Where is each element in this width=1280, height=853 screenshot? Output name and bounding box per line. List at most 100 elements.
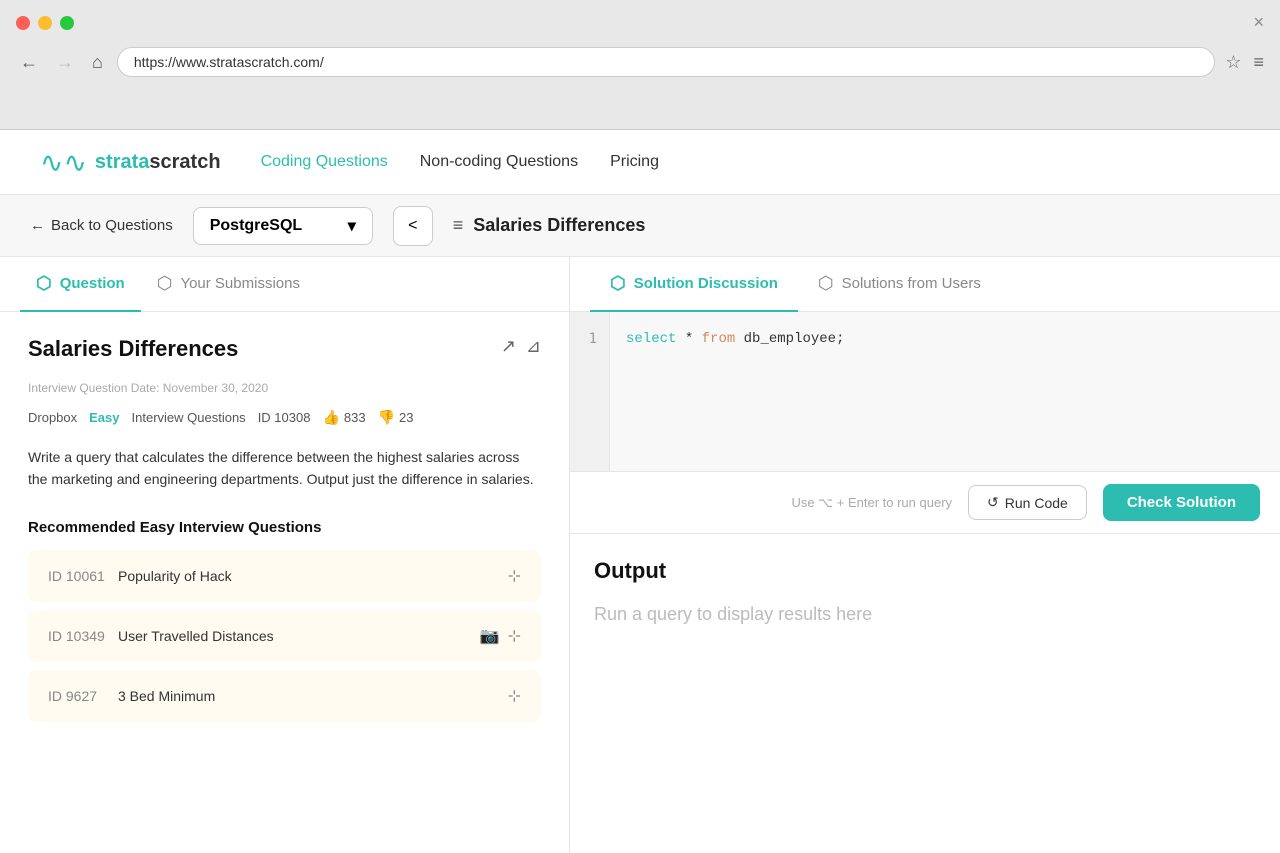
code-area[interactable]: select * from db_employee; — [610, 312, 1280, 471]
logo[interactable]: ∿∿ stratascratch — [40, 146, 221, 179]
toolbar-right: ☆ ≡ — [1225, 52, 1264, 73]
check-solution-button[interactable]: Check Solution — [1103, 484, 1260, 521]
star-icon[interactable]: ☆ — [1225, 52, 1241, 73]
share-button[interactable]: ↗ — [501, 336, 516, 357]
site-nav: Coding Questions Non-coding Questions Pr… — [261, 153, 659, 171]
refresh-icon: ↺ — [987, 494, 999, 511]
run-code-label: Run Code — [1005, 495, 1068, 511]
card-icons: ⊹ — [508, 686, 521, 706]
card-id: ID 10061 — [48, 568, 118, 584]
nav-coding-questions[interactable]: Coding Questions — [261, 153, 388, 171]
db-select-value: PostgreSQL — [210, 217, 302, 235]
sub-header: ← Back to Questions PostgreSQL ▾ < ≡ Sal… — [0, 195, 1280, 257]
line-numbers: 1 — [570, 312, 610, 471]
vote-down-count: 23 — [399, 410, 413, 425]
vote-up-area: 👍 833 — [322, 409, 365, 426]
titlebar: × — [0, 0, 1280, 41]
submissions-tab-icon: ⬡ — [157, 273, 173, 294]
maximize-traffic-light[interactable] — [60, 16, 74, 30]
card-icons: ⊹ — [508, 566, 521, 586]
solution-tab-label: Solution Discussion — [634, 275, 778, 292]
submissions-tab-label: Your Submissions — [180, 275, 300, 292]
back-to-questions-button[interactable]: ← Back to Questions — [30, 217, 173, 234]
output-section: Output Run a query to display results he… — [570, 534, 1280, 853]
code-star: * — [685, 331, 702, 347]
question-title-text: Salaries Differences — [473, 215, 645, 236]
logo-icon: ∿∿ — [40, 146, 87, 179]
thumbup-icon[interactable]: 👍 — [322, 409, 339, 426]
forward-button[interactable]: → — [52, 48, 78, 77]
left-panel-tabs: ⬡ Question ⬡ Your Submissions — [0, 257, 569, 312]
back-button[interactable]: ← — [16, 48, 42, 77]
video-icon: 📷 — [480, 626, 500, 646]
question-cards: ID 10061 Popularity of Hack ⊹ ID 10349 U… — [28, 550, 541, 730]
close-traffic-light[interactable] — [16, 16, 30, 30]
user-solutions-tab-icon: ⬡ — [818, 273, 834, 294]
code-editor[interactable]: 1 select * from db_employee; — [570, 312, 1280, 472]
database-select[interactable]: PostgreSQL ▾ — [193, 207, 373, 245]
list-item[interactable]: ID 9627 3 Bed Minimum ⊹ — [28, 670, 541, 722]
card-name: Popularity of Hack — [118, 568, 508, 584]
traffic-lights — [16, 16, 74, 30]
bookmark-outline-icon[interactable]: ⊹ — [508, 686, 521, 706]
question-description: Write a query that calculates the differ… — [28, 446, 541, 491]
question-title-bar: ≡ Salaries Differences — [453, 215, 646, 236]
browser-toolbar: ← → ⌂ ☆ ≡ — [0, 41, 1280, 83]
nav-chevron-button[interactable]: < — [393, 206, 433, 246]
card-name: 3 Bed Minimum — [118, 688, 508, 704]
tab-solution-discussion[interactable]: ⬡ Solution Discussion — [590, 257, 798, 312]
back-label: Back to Questions — [51, 217, 173, 234]
tag-company: Dropbox — [28, 410, 77, 425]
bookmark-outline-icon[interactable]: ⊹ — [508, 566, 521, 586]
chevron-down-icon: ▾ — [348, 216, 356, 236]
home-button[interactable]: ⌂ — [88, 48, 107, 77]
question-name: Salaries Differences — [28, 336, 238, 362]
bookmark-outline-icon[interactable]: ⊹ — [508, 626, 521, 646]
run-hint: Use ⌥ + Enter to run query — [791, 495, 952, 511]
card-id: ID 9627 — [48, 688, 118, 704]
thumbdown-icon[interactable]: 👎 — [378, 409, 395, 426]
main-content: ⬡ Question ⬡ Your Submissions Salaries D… — [0, 257, 1280, 853]
tab-submissions[interactable]: ⬡ Your Submissions — [141, 257, 316, 312]
tab-question[interactable]: ⬡ Question — [20, 257, 141, 312]
output-placeholder: Run a query to display results here — [594, 604, 1256, 625]
back-arrow-icon: ← — [30, 217, 45, 234]
run-code-button[interactable]: ↺ Run Code — [968, 485, 1087, 520]
question-meta-date: Interview Question Date: November 30, 20… — [28, 381, 541, 395]
site-header: ∿∿ stratascratch Coding Questions Non-co… — [0, 130, 1280, 195]
tag-category: Interview Questions — [132, 410, 246, 425]
share-bookmark-area: ↗ ⊿ — [501, 336, 541, 357]
minimize-traffic-light[interactable] — [38, 16, 52, 30]
user-solutions-tab-label: Solutions from Users — [842, 275, 981, 292]
code-table: db_employee; — [744, 331, 845, 347]
hamburger-icon: ≡ — [453, 215, 464, 236]
window-close-button[interactable]: × — [1253, 12, 1264, 33]
nav-pricing[interactable]: Pricing — [610, 153, 659, 171]
browser-chrome: × ← → ⌂ ☆ ≡ — [0, 0, 1280, 130]
address-bar[interactable] — [117, 47, 1215, 77]
recommended-title: Recommended Easy Interview Questions — [28, 519, 541, 536]
keyword-select: select — [626, 331, 676, 347]
right-panel-tabs: ⬡ Solution Discussion ⬡ Solutions from U… — [570, 257, 1280, 312]
editor-actions: Use ⌥ + Enter to run query ↺ Run Code Ch… — [570, 472, 1280, 534]
bookmark-button[interactable]: ⊿ — [526, 336, 541, 357]
question-tags: Dropbox Easy Interview Questions ID 1030… — [28, 409, 541, 426]
logo-text: stratascratch — [95, 151, 221, 174]
tag-difficulty: Easy — [89, 410, 119, 425]
menu-icon[interactable]: ≡ — [1253, 52, 1264, 73]
list-item[interactable]: ID 10061 Popularity of Hack ⊹ — [28, 550, 541, 602]
card-name: User Travelled Distances — [118, 628, 480, 644]
card-icons: 📷 ⊹ — [480, 626, 521, 646]
tab-user-solutions[interactable]: ⬡ Solutions from Users — [798, 257, 1001, 312]
tag-id: ID 10308 — [258, 410, 311, 425]
card-id: ID 10349 — [48, 628, 118, 644]
nav-noncoding-questions[interactable]: Non-coding Questions — [420, 153, 578, 171]
list-item[interactable]: ID 10349 User Travelled Distances 📷 ⊹ — [28, 610, 541, 662]
question-tab-label: Question — [60, 275, 125, 292]
right-panel: ⬡ Solution Discussion ⬡ Solutions from U… — [570, 257, 1280, 853]
question-content: Salaries Differences ↗ ⊿ Interview Quest… — [0, 312, 569, 754]
output-title: Output — [594, 558, 1256, 584]
vote-down-area: 👎 23 — [378, 409, 414, 426]
chevron-left-icon: < — [408, 217, 417, 235]
keyword-from: from — [702, 331, 736, 347]
